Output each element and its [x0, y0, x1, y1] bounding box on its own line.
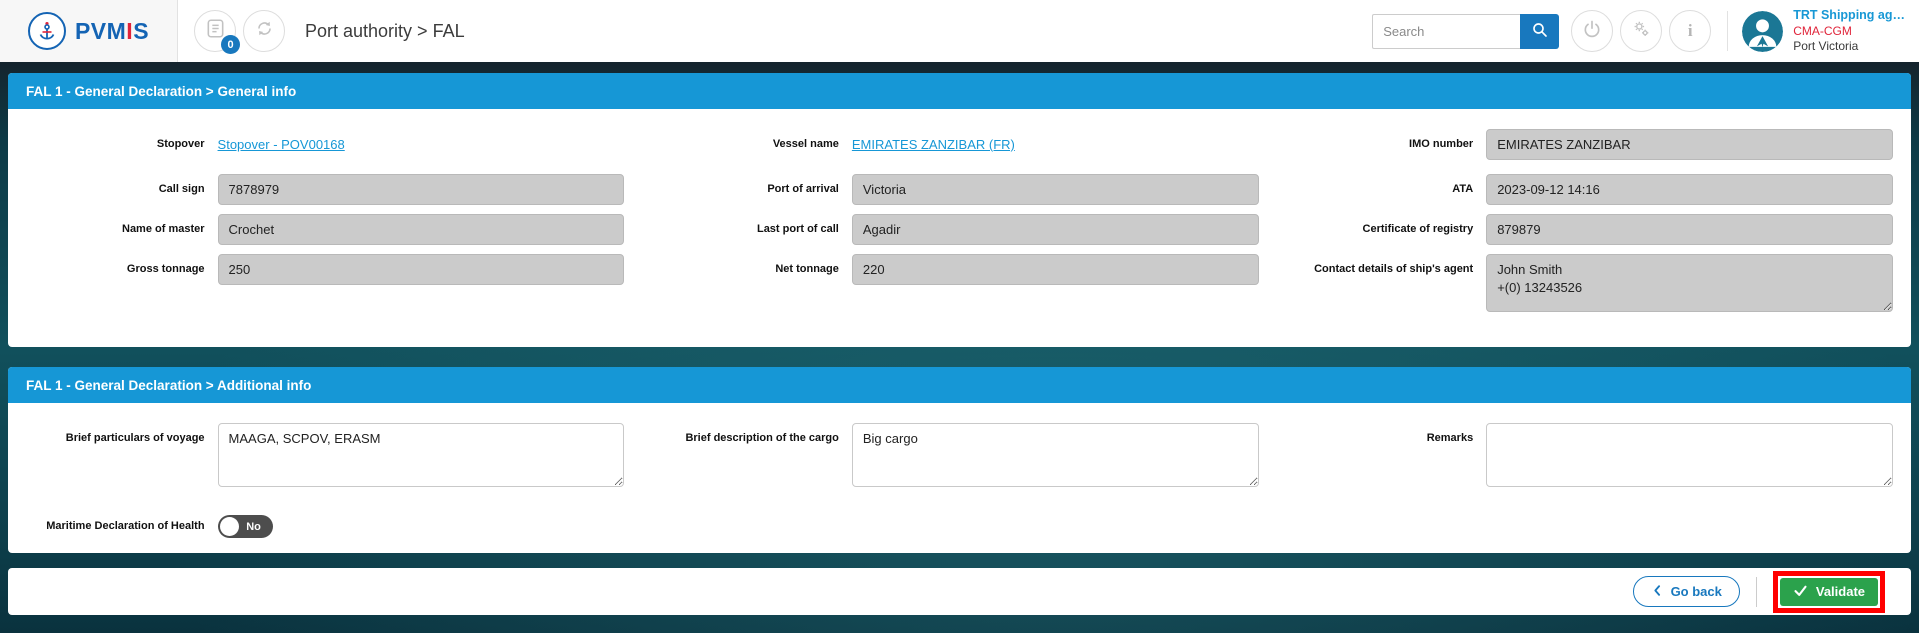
top-header: PVMIS 0 Port authority > FAL — [0, 0, 1919, 62]
user-company: CMA-CGM — [1793, 24, 1905, 40]
certificate-of-registry-field — [1486, 214, 1893, 245]
imo-number-label: IMO number — [1277, 138, 1487, 152]
search-icon — [1531, 21, 1549, 42]
search-input[interactable] — [1372, 14, 1520, 49]
notification-badge: 0 — [221, 35, 240, 54]
remarks-field[interactable] — [1486, 423, 1893, 487]
ata-field — [1486, 174, 1893, 205]
validate-button[interactable]: Validate — [1780, 578, 1878, 606]
additional-info-section: FAL 1 - General Declaration > Additional… — [8, 367, 1911, 553]
footer-action-bar: Go back Validate — [8, 568, 1911, 615]
remarks-label: Remarks — [1277, 423, 1487, 446]
page-title: Port authority > FAL — [305, 21, 465, 42]
power-icon — [1582, 19, 1602, 44]
refresh-icon — [255, 19, 274, 43]
voyage-particulars-label: Brief particulars of voyage — [8, 423, 218, 446]
net-tonnage-label: Net tonnage — [642, 254, 852, 277]
chevron-left-icon — [1651, 584, 1664, 600]
search-button[interactable] — [1520, 14, 1559, 49]
settings-button[interactable] — [1620, 10, 1662, 52]
cargo-description-field[interactable]: Big cargo — [852, 423, 1259, 487]
user-name: TRT Shipping ag… — [1793, 7, 1905, 23]
go-back-button[interactable]: Go back — [1633, 576, 1740, 607]
general-info-section: FAL 1 - General Declaration > General in… — [8, 73, 1911, 347]
vessel-name-label: Vessel name — [642, 138, 852, 152]
agent-contact-field: John Smith +(0) 13243526 — [1486, 254, 1893, 312]
voyage-particulars-field[interactable]: MAAGA, SCPOV, ERASM — [218, 423, 625, 487]
call-sign-label: Call sign — [8, 183, 218, 197]
imo-number-field — [1486, 129, 1893, 160]
gross-tonnage-field — [218, 254, 625, 285]
validate-label: Validate — [1816, 584, 1865, 599]
logout-button[interactable] — [1571, 10, 1613, 52]
header-divider — [1727, 11, 1728, 51]
person-icon — [1742, 11, 1783, 52]
toggle-knob — [220, 517, 239, 536]
app-logo[interactable]: PVMIS — [0, 0, 178, 62]
maritime-health-label: Maritime Declaration of Health — [8, 520, 218, 534]
maritime-health-toggle[interactable]: No — [218, 515, 273, 538]
vessel-name-link[interactable]: EMIRATES ZANZIBAR (FR) — [852, 137, 1015, 152]
agent-contact-label: Contact details of ship's agent — [1277, 254, 1487, 277]
last-port-of-call-field — [852, 214, 1259, 245]
last-port-of-call-label: Last port of call — [642, 223, 852, 237]
user-info-block[interactable]: TRT Shipping ag… CMA-CGM Port Victoria — [1793, 7, 1905, 54]
certificate-of-registry-label: Certificate of registry — [1277, 223, 1487, 237]
call-sign-field — [218, 174, 625, 205]
cargo-description-label: Brief description of the cargo — [642, 423, 852, 446]
go-back-label: Go back — [1671, 584, 1722, 599]
pvmis-logo-icon — [28, 12, 66, 50]
gears-icon — [1631, 19, 1651, 44]
port-of-arrival-field — [852, 174, 1259, 205]
general-info-header: FAL 1 - General Declaration > General in… — [8, 73, 1911, 109]
stopover-link[interactable]: Stopover - POV00168 — [218, 137, 345, 152]
toggle-state-label: No — [246, 521, 265, 533]
validate-highlight-box: Validate — [1773, 571, 1885, 613]
refresh-button[interactable] — [243, 10, 285, 52]
additional-info-form: Brief particulars of voyage MAAGA, SCPOV… — [8, 403, 1911, 542]
port-of-arrival-label: Port of arrival — [642, 183, 852, 197]
checkmark-icon — [1793, 583, 1808, 601]
footer-divider — [1756, 577, 1757, 607]
search-group — [1372, 14, 1559, 49]
general-info-form: Stopover Stopover - POV00168 Vessel name… — [8, 109, 1911, 312]
name-of-master-field — [218, 214, 625, 245]
user-location: Port Victoria — [1793, 39, 1905, 55]
info-icon: i — [1688, 21, 1693, 41]
info-button[interactable]: i — [1669, 10, 1711, 52]
name-of-master-label: Name of master — [8, 223, 218, 237]
additional-info-header: FAL 1 - General Declaration > Additional… — [8, 367, 1911, 403]
ata-label: ATA — [1277, 183, 1487, 197]
net-tonnage-field — [852, 254, 1259, 285]
documents-button[interactable]: 0 — [194, 10, 236, 52]
stopover-label: Stopover — [8, 138, 218, 152]
user-avatar[interactable] — [1742, 11, 1783, 52]
brand-text: PVMIS — [75, 18, 149, 45]
gross-tonnage-label: Gross tonnage — [8, 254, 218, 277]
